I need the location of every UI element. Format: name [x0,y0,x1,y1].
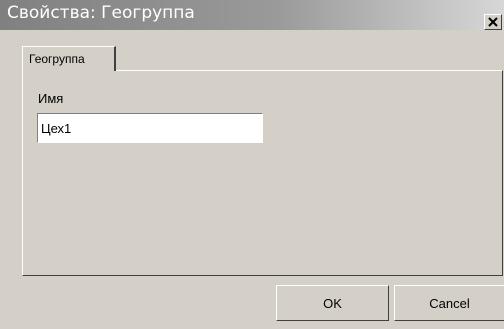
cancel-button[interactable]: Cancel [394,285,504,321]
close-icon [488,17,498,27]
properties-dialog: Свойства: Геогруппа Геогруппа Имя OK Can… [0,0,504,329]
tab-label: Геогруппа [29,52,85,66]
ok-button[interactable]: OK [276,285,389,321]
dialog-title: Свойства: Геогруппа [7,3,195,23]
title-bar[interactable]: Свойства: Геогруппа [0,0,504,30]
close-button[interactable] [484,14,502,30]
tab-panel [22,70,503,276]
tab-geogroup[interactable]: Геогруппа [22,46,116,71]
